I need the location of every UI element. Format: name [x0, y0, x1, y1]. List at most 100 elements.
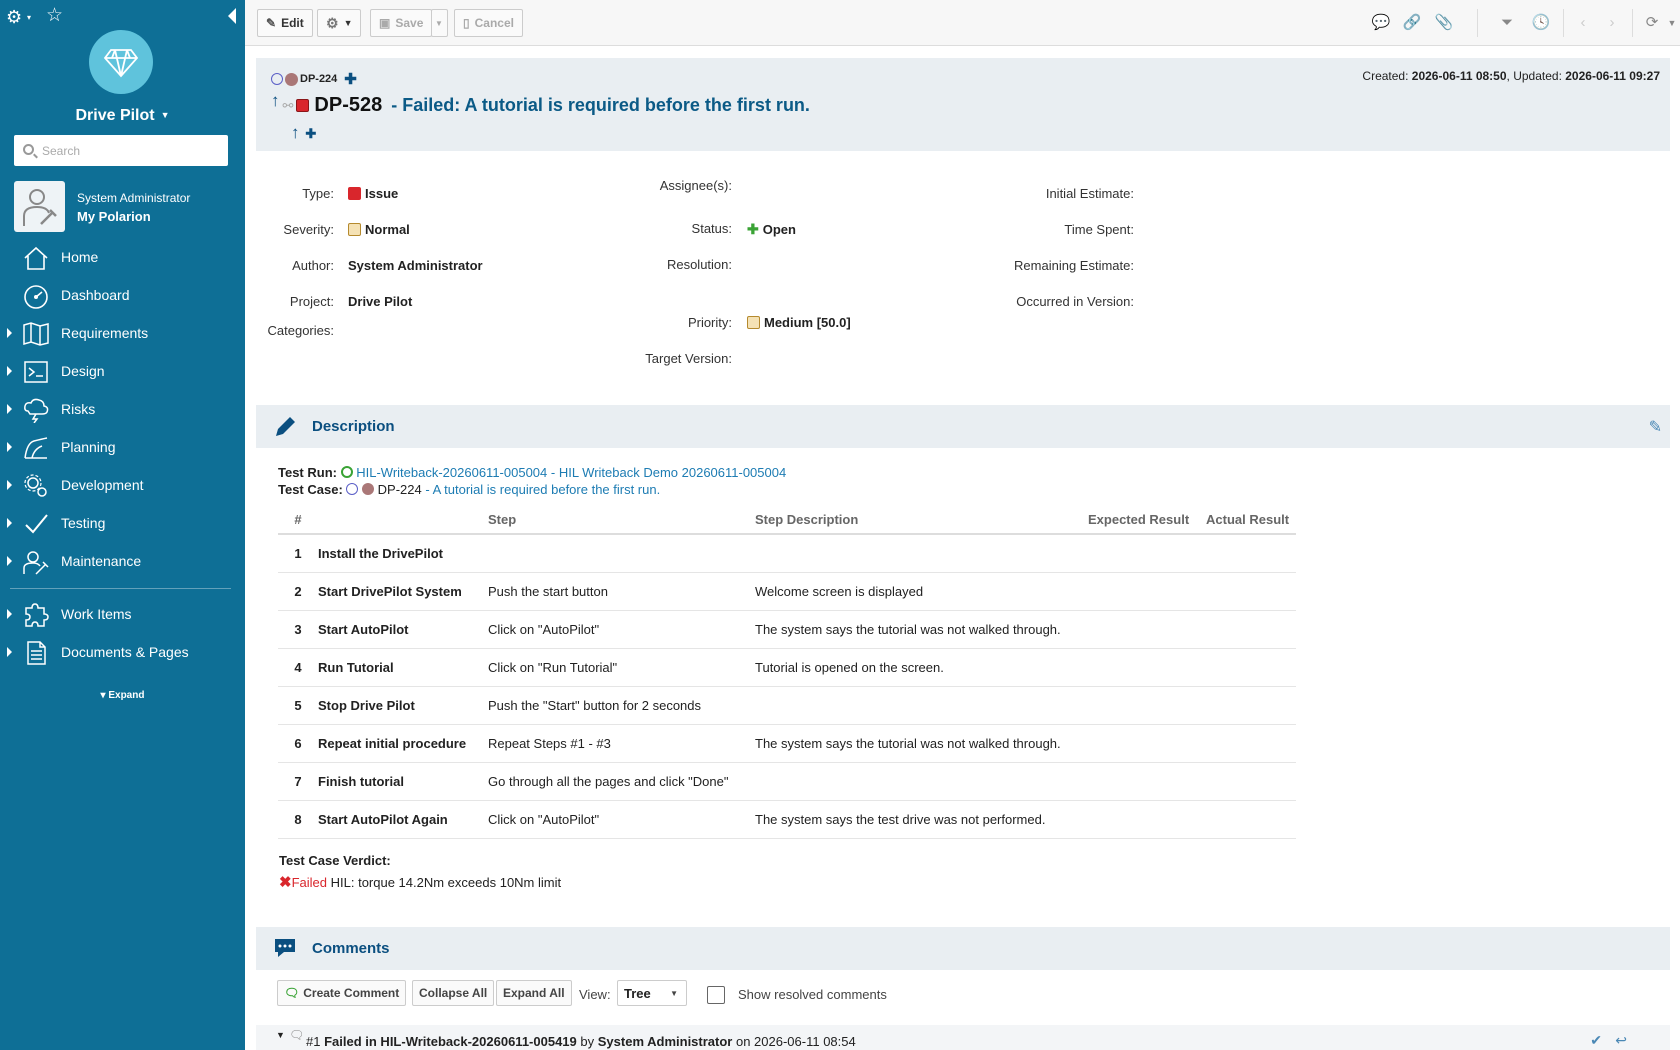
sidebar-item-development[interactable]: Development [0, 468, 245, 502]
sidebar-item-planning[interactable]: Planning [0, 430, 245, 464]
view-select[interactable]: Tree ▼ [617, 980, 687, 1006]
column-header [316, 505, 486, 535]
expected-result-empty [1086, 610, 1204, 649]
sidebar-item-maintenance[interactable]: Maintenance [0, 544, 245, 578]
project-switcher[interactable]: Drive Pilot ▼ [0, 107, 245, 125]
save-button[interactable]: ▣ Save [370, 9, 432, 37]
my-polarion-link[interactable]: My Polarion [77, 209, 151, 224]
up-arrow-icon[interactable]: ↑ [291, 123, 300, 142]
expand-arrow-icon[interactable] [7, 404, 12, 414]
table-row: 2 Start DrivePilot System Push the start b… [278, 572, 1296, 611]
expand-arrow-icon[interactable] [7, 442, 12, 452]
collapse-all-button[interactable]: Collapse All [412, 980, 495, 1006]
comment-icon[interactable]: 💬 [1371, 13, 1391, 33]
updated-date: 2026-06-11 09:27 [1565, 69, 1660, 83]
filter-icon[interactable]: ⏷ [1497, 13, 1517, 33]
cancel-button[interactable]: ▯ Cancel [454, 9, 523, 37]
expand-arrow-icon[interactable] [7, 518, 12, 528]
actions-menu-button[interactable]: ⚙ ▼ [317, 9, 362, 37]
expand-arrow-icon[interactable] [7, 556, 12, 566]
sidebar-search[interactable] [14, 135, 228, 166]
field-type-value[interactable]: Issue [348, 186, 548, 201]
star-icon[interactable]: ☆ [46, 6, 63, 25]
collapse-sidebar-icon[interactable] [228, 8, 236, 24]
dashboard-icon [24, 285, 48, 309]
field-severity-value[interactable]: Normal [348, 222, 548, 237]
chevron-down-icon[interactable]: ▾ [27, 13, 31, 22]
test-case-icon [346, 483, 359, 495]
sidebar-item-work-items[interactable]: Work Items [0, 597, 245, 631]
expected-result-empty [1086, 648, 1204, 687]
expand-arrow-icon[interactable] [7, 609, 12, 619]
expand-arrow-icon[interactable] [7, 480, 12, 490]
expand-arrow-icon[interactable] [7, 366, 12, 376]
test-run-icon [340, 466, 353, 478]
expand-nav-button[interactable]: ▾ Expand [0, 690, 245, 701]
previous-icon[interactable]: ‹ [1573, 13, 1593, 33]
field-status-value[interactable]: ✚ Open [747, 221, 947, 238]
sidebar-item-testing[interactable]: Testing [0, 506, 245, 540]
reply-icon[interactable]: ↩ [1615, 1032, 1627, 1049]
up-arrow-icon[interactable]: ↑ [271, 91, 280, 111]
field-author-value[interactable]: System Administrator [348, 258, 548, 273]
add-icon[interactable]: ✚ [344, 70, 357, 88]
next-icon[interactable]: › [1602, 13, 1622, 33]
search-input[interactable] [42, 141, 222, 160]
edit-icon[interactable]: ✎ [1649, 417, 1662, 437]
sidebar-item-risks[interactable]: Risks [0, 392, 245, 426]
expand-arrow-icon[interactable] [7, 328, 12, 338]
resolve-icon[interactable]: ✔ [1590, 1032, 1602, 1049]
sidebar-item-label: Requirements [61, 325, 149, 341]
test-case-link[interactable]: - A tutorial is required before the firs… [425, 482, 660, 497]
step-description: Click on "Run Tutorial" [486, 648, 753, 687]
history-icon[interactable]: 🕓 [1531, 13, 1551, 33]
create-comment-button[interactable]: 🗨 Create Comment [277, 980, 407, 1006]
created-date: 2026-06-11 08:50 [1411, 69, 1507, 83]
comment-icon: 🗨 [289, 1028, 305, 1042]
add-icon[interactable]: ✚ [305, 126, 316, 141]
save-options-button[interactable]: ▼ [431, 9, 448, 37]
sidebar-item-label: Development [61, 477, 144, 493]
edit-button[interactable]: ✎ Edit [257, 9, 313, 37]
test-case-id[interactable]: DP-224 [378, 482, 422, 497]
search-icon [23, 144, 34, 155]
step-number: 7 [278, 762, 316, 801]
project-logo[interactable] [89, 30, 153, 94]
sidebar-item-label: Design [61, 363, 105, 379]
show-resolved-checkbox[interactable] [707, 986, 725, 1004]
field-project-value[interactable]: Drive Pilot [348, 294, 548, 309]
avatar[interactable] [14, 181, 65, 232]
expected-result-empty [1086, 762, 1204, 801]
link-icon: ⚯ [282, 97, 294, 113]
sidebar-item-design[interactable]: Design [0, 354, 245, 388]
gear-icon[interactable]: ⚙ [6, 8, 22, 26]
pencil-icon [276, 417, 295, 436]
collapse-arrow-icon[interactable]: ▼ [276, 1030, 285, 1040]
actual-result [1204, 724, 1296, 763]
sidebar-item-documents[interactable]: Documents & Pages [0, 635, 245, 669]
expand-all-button[interactable]: Expand All [496, 980, 572, 1006]
sidebar-top: ⚙ ▾ ☆ [0, 0, 245, 34]
parent-work-item[interactable]: DP-224 ✚ [271, 70, 357, 88]
field-priority-value[interactable]: Medium [50.0] [747, 315, 947, 330]
comments-section-header: Comments [256, 927, 1670, 970]
comment-author: System Administrator [597, 1034, 733, 1049]
user-panel[interactable]: System Administrator My Polarion [14, 181, 228, 233]
sidebar-item-home[interactable]: Home [0, 240, 245, 274]
sidebar-item-label: Planning [61, 439, 116, 455]
add-comment-icon: 🗨 [284, 986, 300, 1000]
comment-thread-row[interactable]: ▼ 🗨 #1 Failed in HIL-Writeback-20260611-… [256, 1025, 1670, 1050]
comments-icon [275, 939, 295, 957]
link-icon[interactable]: 🔗 [1402, 13, 1422, 33]
planning-icon [24, 437, 48, 459]
chevron-down-icon: ▼ [343, 18, 353, 28]
sidebar-item-requirements[interactable]: Requirements [0, 316, 245, 350]
test-run-link[interactable]: HIL-Writeback-20260611-005004 - HIL Writ… [356, 465, 786, 480]
expand-arrow-icon[interactable] [7, 647, 12, 657]
refresh-icon[interactable]: ⟳ [1642, 13, 1662, 33]
chevron-down-icon[interactable]: ▼ [1662, 13, 1680, 33]
table-row: 8 Start AutoPilot Again Click on "AutoPilo… [278, 800, 1296, 839]
sidebar-item-dashboard[interactable]: Dashboard [0, 278, 245, 312]
toolbar: ✎ Edit ⚙ ▼ ▣ Save ▼ ▯ Cancel 💬 🔗 📎 ⏷ 🕓 ‹ › ⟳… [245, 0, 1680, 46]
attachment-icon[interactable]: 📎 [1434, 13, 1454, 33]
